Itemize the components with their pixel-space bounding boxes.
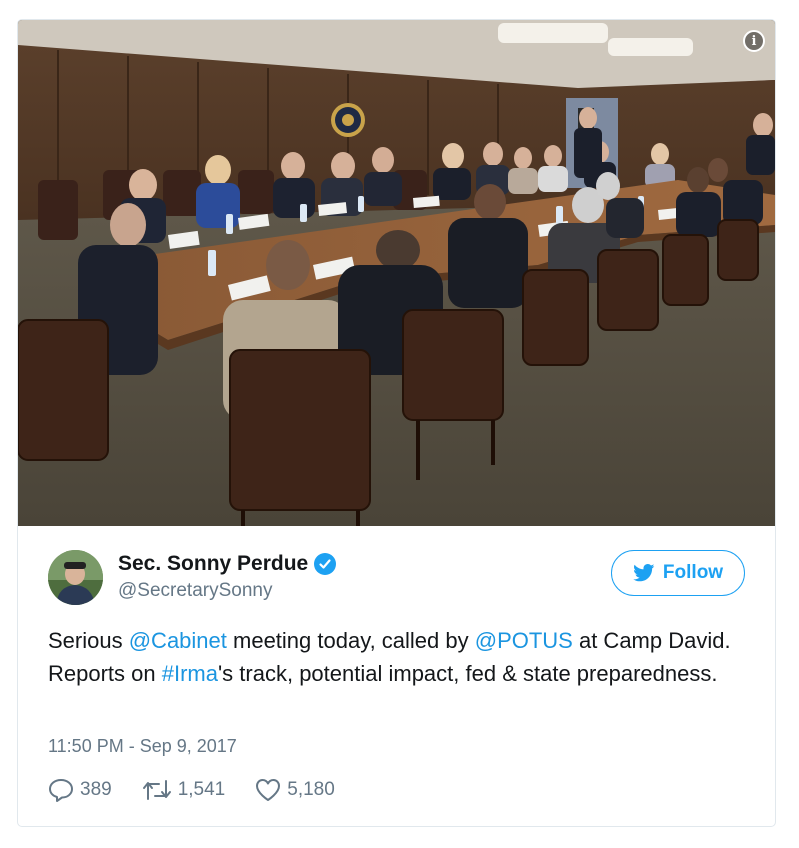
follow-label: Follow (662, 562, 724, 583)
like-action[interactable]: 5,180 (255, 778, 335, 802)
heart-icon (256, 779, 281, 801)
tweet-text-part: Serious (48, 628, 129, 653)
author-handle[interactable]: @SecretarySonny (118, 580, 336, 602)
twitter-bird-icon (633, 564, 655, 582)
tweet-photo[interactable]: i (18, 20, 775, 526)
follow-button[interactable]: Follow (611, 550, 745, 596)
like-count: 5,180 (287, 779, 335, 800)
retweet-count: 1,541 (177, 779, 226, 800)
tweet-text-part: 's track, potential impact, fed & state … (217, 661, 718, 686)
reply-count: 389 (80, 779, 112, 800)
verified-badge-icon (314, 553, 337, 575)
author-info: Sec. Sonny Perdue @SecretarySonny (118, 552, 337, 602)
cabinet-meeting-image (18, 20, 775, 526)
reply-action[interactable]: 389 (48, 778, 112, 802)
tweet-header: Sec. Sonny Perdue @SecretarySonny Follow (48, 550, 745, 610)
info-icon[interactable]: i (743, 30, 765, 52)
author-name[interactable]: Sec. Sonny Perdue (118, 552, 308, 576)
tweet-actions: 389 1,541 5,180 (48, 778, 335, 802)
tweet-text: Serious @Cabinet meeting today, called b… (48, 624, 738, 690)
tweet-card: i Sec. Sonny Perdue @SecretarySonny Foll… (17, 19, 776, 827)
author-name-row[interactable]: Sec. Sonny Perdue (118, 552, 337, 576)
reply-icon (49, 779, 73, 802)
retweet-action[interactable]: 1,541 (142, 779, 226, 801)
tweet-timestamp[interactable]: 11:50 PM - Sep 9, 2017 (48, 736, 237, 757)
retweet-icon (142, 780, 171, 800)
avatar[interactable] (48, 550, 103, 605)
hashtag-irma-link[interactable]: #Irma (162, 661, 218, 686)
mention-potus-link[interactable]: @POTUS (475, 628, 573, 653)
mention-cabinet-link[interactable]: @Cabinet (129, 628, 227, 653)
tweet-text-part: meeting today, called by (226, 628, 475, 653)
